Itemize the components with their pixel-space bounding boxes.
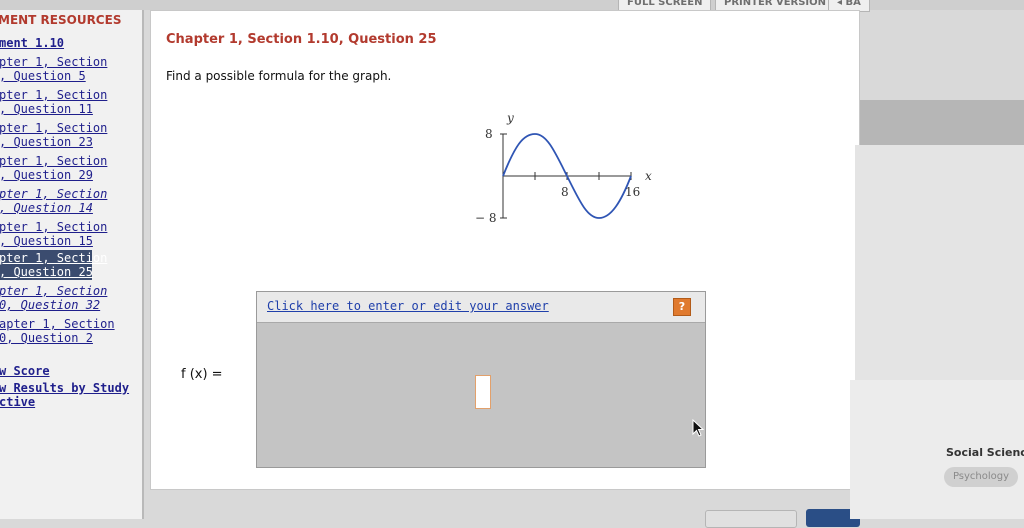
sidebar-item-q32[interactable]: pter 1, Section 0, Question 32 <box>0 284 107 312</box>
edit-answer-link[interactable]: Click here to enter or edit your answer <box>267 299 549 313</box>
bottom-secondary-button[interactable] <box>705 510 797 528</box>
answer-box: Click here to enter or edit your answer … <box>256 291 706 468</box>
results-by-study-link[interactable]: w Results by Study ctive <box>0 381 129 409</box>
help-button[interactable]: ? <box>673 298 691 316</box>
sidebar-item-q15[interactable]: pter 1, Section, Question 15 <box>0 220 107 248</box>
sidebar-item-q5[interactable]: pter 1, Section, Question 5 <box>0 55 107 83</box>
y-axis-label: y <box>506 111 514 125</box>
question-prompt: Find a possible formula for the graph. <box>166 69 392 83</box>
sidebar-item-q2[interactable]: apter 1, Section 0, Question 2 <box>0 317 115 345</box>
sidebar-title: MENT RESOURCES <box>0 13 122 27</box>
top-toolbar: FULL SCREEN PRINTER VERSION ◂ BA <box>0 0 1024 12</box>
sidebar-item-q25-active[interactable]: pter 1, Section, Question 25 <box>0 250 107 280</box>
sine-graph: y x 8 − 8 8 16 <box>475 111 652 225</box>
sidebar-item-q14[interactable]: pter 1, Section, Question 14 <box>0 187 107 215</box>
sidebar-item-assignment[interactable]: ment 1.10 <box>0 36 64 50</box>
answer-input[interactable] <box>475 375 491 409</box>
y-label-8: 8 <box>485 127 493 141</box>
assignment-sidebar: MENT RESOURCES ment 1.10 pter 1, Section… <box>0 10 144 519</box>
sidebar-item-q11[interactable]: pter 1, Section, Question 11 <box>0 88 107 116</box>
sidebar-item-q29[interactable]: pter 1, Section, Question 29 <box>0 154 107 182</box>
sidebar-item-q23[interactable]: pter 1, Section, Question 23 <box>0 121 107 149</box>
y-label-neg8: − 8 <box>475 211 497 225</box>
view-score-link[interactable]: w Score <box>0 364 50 378</box>
x-label-16: 16 <box>625 185 640 199</box>
answer-header: Click here to enter or edit your answer … <box>257 292 705 323</box>
x-axis-label: x <box>645 169 652 183</box>
x-label-8: 8 <box>561 185 569 199</box>
question-title: Chapter 1, Section 1.10, Question 25 <box>166 32 437 47</box>
sidebar-item-q25[interactable]: pter 1, Section, Question 25 <box>0 251 107 279</box>
mouse-cursor-icon <box>692 419 705 437</box>
question-panel: Chapter 1, Section 1.10, Question 25 Fin… <box>150 10 860 490</box>
social-science-label: Social Science <box>946 446 1024 459</box>
psychology-badge[interactable]: Psychology <box>944 467 1018 487</box>
function-label: f (x) = <box>181 367 223 382</box>
right-header-panel <box>860 100 1024 146</box>
